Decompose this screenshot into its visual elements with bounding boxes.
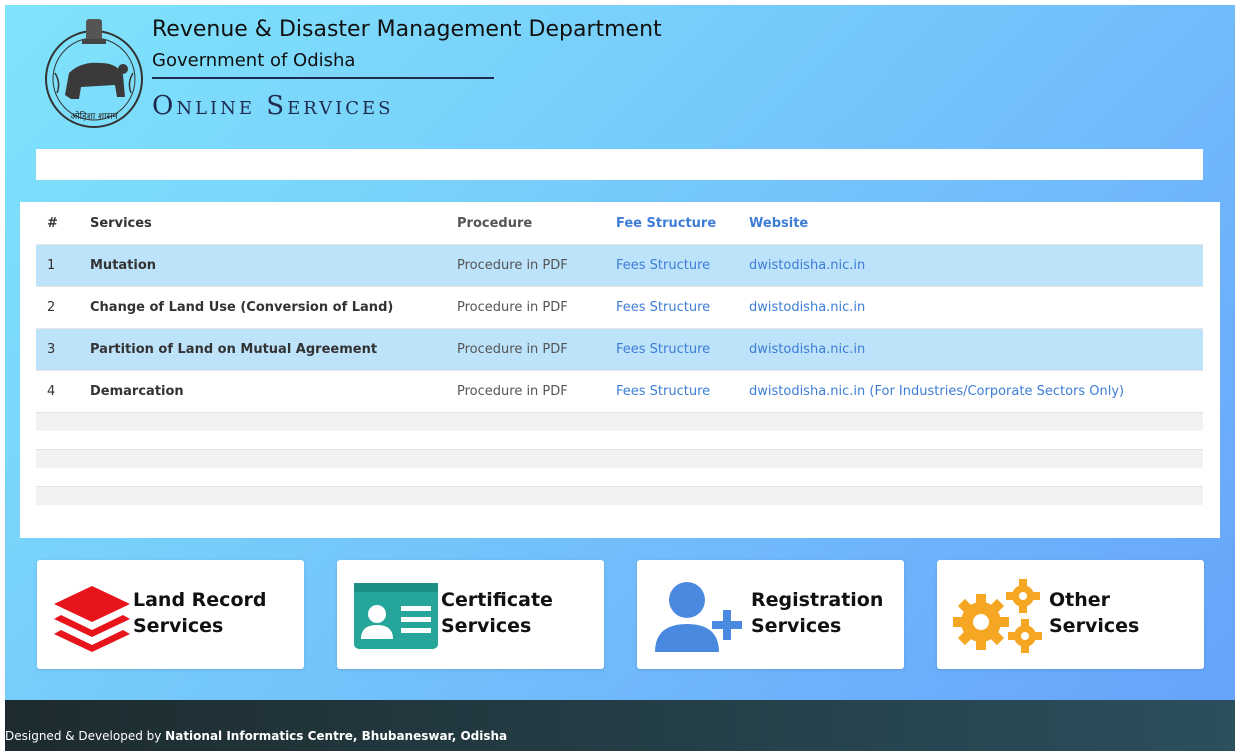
page-background: ओड़िशा शासन Revenue & Disaster Managemen… — [5, 5, 1235, 700]
service-name: Change of Land Use (Conversion of Land) — [90, 286, 457, 329]
column-header-fee-structure: Fee Structure — [616, 215, 717, 231]
column-header-procedure: Procedure — [457, 215, 533, 231]
footer-credit: Designed & Developed by National Informa… — [5, 729, 507, 743]
table-row: 4 Demarcation Procedure in PDF Fees Stru… — [36, 370, 1203, 413]
fee-structure-link[interactable]: Fees Structure — [616, 286, 749, 329]
table-header-row: # Services Procedure Fee Structure Websi… — [36, 202, 1203, 245]
footer-prefix: Designed & Developed by — [5, 729, 166, 743]
website-link[interactable]: dwistodisha.nic.in (For Industries/Corpo… — [749, 370, 1203, 413]
card-label-line1: Certificate — [441, 589, 553, 611]
footer-organization: National Informatics Centre, Bhubaneswar… — [165, 729, 508, 743]
service-name: Partition of Land on Mutual Agreement — [90, 328, 457, 371]
empty-row — [36, 412, 1203, 431]
certificate-services-card[interactable]: Certificate Services — [337, 560, 604, 669]
card-label-line2: Services — [751, 615, 842, 637]
services-table: # Services Procedure Fee Structure Websi… — [36, 202, 1203, 505]
fee-structure-link[interactable]: Fees Structure — [616, 328, 749, 371]
empty-row — [36, 431, 1203, 450]
empty-row — [36, 486, 1203, 505]
empty-row — [36, 468, 1203, 487]
announcement-bar — [36, 149, 1203, 180]
government-title: Government of Odisha — [152, 50, 356, 71]
column-header-website: Website — [749, 215, 809, 231]
procedure-link[interactable]: Procedure in PDF — [457, 244, 616, 287]
column-header-services: Services — [90, 215, 152, 231]
website-link[interactable]: dwistodisha.nic.in — [749, 244, 1203, 287]
procedure-link[interactable]: Procedure in PDF — [457, 370, 616, 413]
emblem-text: ओड़िशा शासन — [70, 110, 118, 122]
online-services-title: Online Services — [152, 91, 394, 121]
card-label-line2: Services — [133, 615, 224, 637]
land-record-services-card[interactable]: Land Record Services — [37, 560, 304, 669]
table-row: 1 Mutation Procedure in PDF Fees Structu… — [36, 244, 1203, 287]
fee-structure-link[interactable]: Fees Structure — [616, 244, 749, 287]
gears-icon — [953, 579, 1042, 653]
row-number: 4 — [36, 370, 90, 413]
card-label-line1: Other — [1049, 589, 1111, 611]
card-label-line2: Services — [441, 615, 532, 637]
odisha-emblem-icon: ओड़िशा शासन — [45, 19, 143, 128]
card-label-line1: Registration — [751, 589, 884, 611]
table-row: 3 Partition of Land on Mutual Agreement … — [36, 328, 1203, 371]
card-label-line2: Services — [1049, 615, 1140, 637]
other-services-card[interactable]: Other Services — [937, 560, 1204, 669]
website-link[interactable]: dwistodisha.nic.in — [749, 286, 1203, 329]
user-plus-icon — [655, 582, 742, 652]
service-name: Mutation — [90, 244, 457, 287]
id-card-icon — [354, 583, 438, 649]
table-row: 2 Change of Land Use (Conversion of Land… — [36, 286, 1203, 329]
fee-structure-link[interactable]: Fees Structure — [616, 370, 749, 413]
row-number: 3 — [36, 328, 90, 371]
header-divider — [152, 77, 494, 79]
department-title: Revenue & Disaster Management Department — [152, 17, 662, 42]
registration-services-card[interactable]: Registration Services — [637, 560, 904, 669]
row-number: 1 — [36, 244, 90, 287]
footer: Designed & Developed by National Informa… — [5, 700, 1235, 751]
layers-icon — [54, 586, 130, 652]
procedure-link[interactable]: Procedure in PDF — [457, 286, 616, 329]
card-label-line1: Land Record — [133, 589, 267, 611]
procedure-link[interactable]: Procedure in PDF — [457, 328, 616, 371]
services-table-panel: # Services Procedure Fee Structure Websi… — [20, 202, 1220, 538]
service-name: Demarcation — [90, 370, 457, 413]
row-number: 2 — [36, 286, 90, 329]
empty-row — [36, 449, 1203, 468]
column-header-number: # — [47, 215, 58, 231]
website-link[interactable]: dwistodisha.nic.in — [749, 328, 1203, 371]
